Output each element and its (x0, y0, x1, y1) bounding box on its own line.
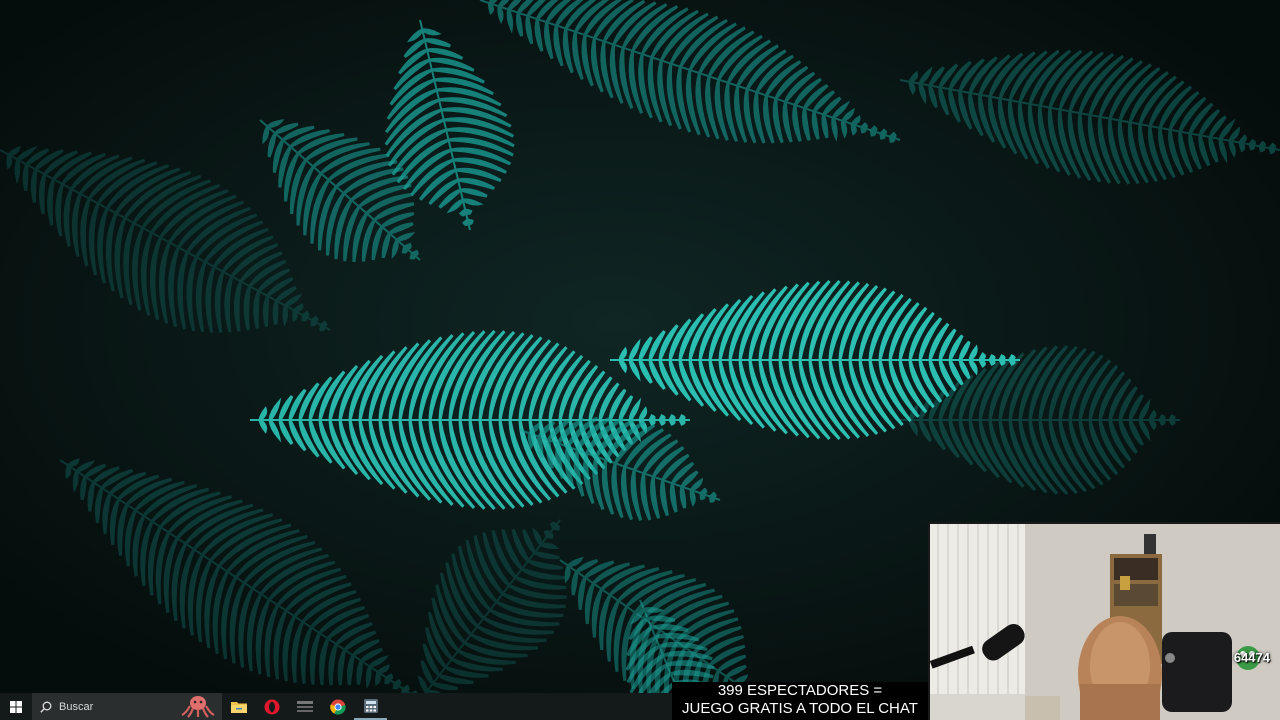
taskbar-search-box[interactable]: Buscar (32, 693, 222, 720)
taskbar-app[interactable] (288, 693, 321, 720)
taskbar: Buscar (0, 693, 672, 720)
webcam-overlay: 64474 (928, 522, 1280, 720)
calculator-icon (363, 698, 378, 713)
search-placeholder: Buscar (59, 700, 94, 713)
taskbar-opera[interactable] (255, 693, 288, 720)
caption-line-1: 399 ESPECTADORES = (717, 682, 883, 699)
start-button[interactable] (0, 693, 32, 720)
webcam-scene (930, 524, 1280, 720)
chrome-icon (329, 699, 346, 715)
stream-caption: 399 ESPECTADORES = JUEGO GRATIS A TODO E… (672, 682, 928, 720)
octopus-icon (181, 696, 215, 718)
webcam-badge-text: 64474 (1233, 650, 1270, 665)
opera-icon (264, 699, 279, 714)
app-icon (296, 700, 313, 712)
search-icon (40, 701, 52, 713)
taskbar-calculator[interactable] (354, 693, 387, 720)
file-explorer-icon (230, 702, 247, 713)
windows-start-icon (10, 700, 22, 713)
taskbar-file-explorer[interactable] (222, 693, 255, 720)
taskbar-chrome[interactable] (321, 693, 354, 720)
caption-line-2: JUEGO GRATIS A TODO EL CHAT (682, 700, 918, 717)
